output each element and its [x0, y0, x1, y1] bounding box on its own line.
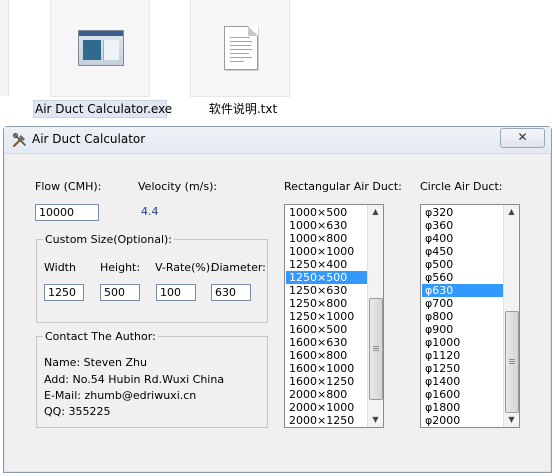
diameter-label: Diameter:: [211, 261, 266, 274]
custom-size-legend: Custom Size(Optional):: [45, 233, 173, 246]
diameter-input[interactable]: [211, 284, 251, 301]
flow-input[interactable]: [35, 204, 99, 221]
custom-size-group: Custom Size(Optional):: [36, 233, 268, 323]
height-input[interactable]: [100, 284, 140, 301]
width-label: Width: [44, 261, 76, 274]
list-item[interactable]: φ400: [422, 232, 503, 245]
list-item[interactable]: 1600×500: [286, 323, 367, 336]
scroll-up-arrow-icon[interactable]: ▲: [504, 205, 519, 219]
file-readme-txt[interactable]: 软件说明.txt: [190, 0, 290, 123]
circle-duct-label: Circle Air Duct:: [420, 180, 503, 193]
list-item[interactable]: φ560: [422, 271, 503, 284]
rect-duct-label: Rectangular Air Duct:: [284, 180, 402, 193]
list-item[interactable]: 1000×630: [286, 219, 367, 232]
exe-window-icon: [78, 30, 124, 66]
list-item[interactable]: φ800: [422, 310, 503, 323]
list-item[interactable]: φ500: [422, 258, 503, 271]
list-item[interactable]: 1250×400: [286, 258, 367, 271]
rect-duct-listbox[interactable]: 1000×500 1000×630 1000×800 1000×1000 1250×40…: [284, 204, 384, 428]
circle-scrollbar[interactable]: ▲ ▼: [503, 205, 519, 427]
close-button[interactable]: ✕: [500, 128, 545, 148]
list-item[interactable]: 2000×1250: [286, 414, 367, 427]
vrate-input[interactable]: [156, 284, 196, 301]
list-item[interactable]: φ700: [422, 297, 503, 310]
list-item[interactable]: φ360: [422, 219, 503, 232]
title-bar[interactable]: Air Duct Calculator ✕: [4, 127, 551, 154]
list-item[interactable]: 1000×800: [286, 232, 367, 245]
flow-label: Flow (CMH):: [35, 180, 102, 193]
list-item[interactable]: φ630: [422, 284, 503, 297]
file-name: 软件说明.txt: [208, 102, 278, 116]
list-item[interactable]: φ1600: [422, 388, 503, 401]
app-window: Air Duct Calculator ✕ Flow (CMH): Veloci…: [3, 126, 552, 473]
list-item[interactable]: φ1000: [422, 336, 503, 349]
list-item[interactable]: 1250×800: [286, 297, 367, 310]
list-item[interactable]: φ900: [422, 323, 503, 336]
list-item[interactable]: 2000×800: [286, 388, 367, 401]
scroll-down-arrow-icon[interactable]: ▼: [368, 413, 383, 427]
velocity-value: 4.4: [141, 205, 159, 218]
list-item[interactable]: φ1800: [422, 401, 503, 414]
circle-duct-items: φ320 φ360 φ400 φ450 φ500 φ560 φ630 φ700 φ800 φ900…: [422, 206, 503, 427]
window-title: Air Duct Calculator: [32, 132, 146, 146]
list-item[interactable]: 1600×1000: [286, 362, 367, 375]
file-thumbnail: [190, 0, 290, 97]
list-item[interactable]: 1600×1250: [286, 375, 367, 388]
width-input[interactable]: [44, 284, 84, 301]
circle-duct-listbox[interactable]: φ320 φ360 φ400 φ450 φ500 φ560 φ630 φ700 φ800 φ900…: [420, 204, 520, 428]
scroll-up-arrow-icon[interactable]: ▲: [368, 205, 383, 219]
rect-scroll-thumb[interactable]: [369, 298, 383, 401]
list-item[interactable]: 1600×630: [286, 336, 367, 349]
file-name: Air Duct Calculator.exe: [33, 100, 173, 118]
contact-name: Name: Steven Zhu: [44, 356, 147, 369]
list-item[interactable]: φ1120: [422, 349, 503, 362]
list-item[interactable]: 1000×500: [286, 206, 367, 219]
list-item[interactable]: 1250×1000: [286, 310, 367, 323]
file-air-duct-calculator-exe[interactable]: Air Duct Calculator.exe: [33, 0, 173, 123]
circle-scroll-thumb[interactable]: [505, 311, 519, 413]
list-item[interactable]: φ450: [422, 245, 503, 258]
list-item[interactable]: 1000×1000: [286, 245, 367, 258]
scroll-down-arrow-icon[interactable]: ▼: [504, 413, 519, 427]
velocity-label: Velocity (m/s):: [138, 180, 218, 193]
vrate-label: V-Rate(%):: [155, 261, 214, 274]
list-item[interactable]: φ1400: [422, 375, 503, 388]
list-item[interactable]: 1600×800: [286, 349, 367, 362]
rect-duct-items: 1000×500 1000×630 1000×800 1000×1000 1250×40…: [286, 206, 367, 427]
rect-scrollbar[interactable]: ▲ ▼: [367, 205, 383, 427]
neighbor-file-edge: [0, 0, 9, 96]
file-thumbnail: [50, 0, 150, 97]
tools-icon: [12, 132, 26, 148]
list-item[interactable]: φ1250: [422, 362, 503, 375]
text-file-icon: [224, 26, 258, 70]
list-item[interactable]: 1250×630: [286, 284, 367, 297]
contact-qq: QQ: 355225: [44, 405, 111, 418]
list-item[interactable]: 2000×1000: [286, 401, 367, 414]
close-icon: ✕: [517, 130, 528, 144]
contact-legend: Contact The Author:: [45, 330, 156, 343]
list-item[interactable]: φ2000: [422, 414, 503, 427]
contact-address: Add: No.54 Hubin Rd.Wuxi China: [44, 373, 225, 386]
list-item[interactable]: φ320: [422, 206, 503, 219]
contact-email: E-Mail: zhumb@edriwuxi.cn: [44, 389, 197, 402]
height-label: Height:: [100, 261, 141, 274]
list-item[interactable]: 1250×500: [286, 271, 367, 284]
